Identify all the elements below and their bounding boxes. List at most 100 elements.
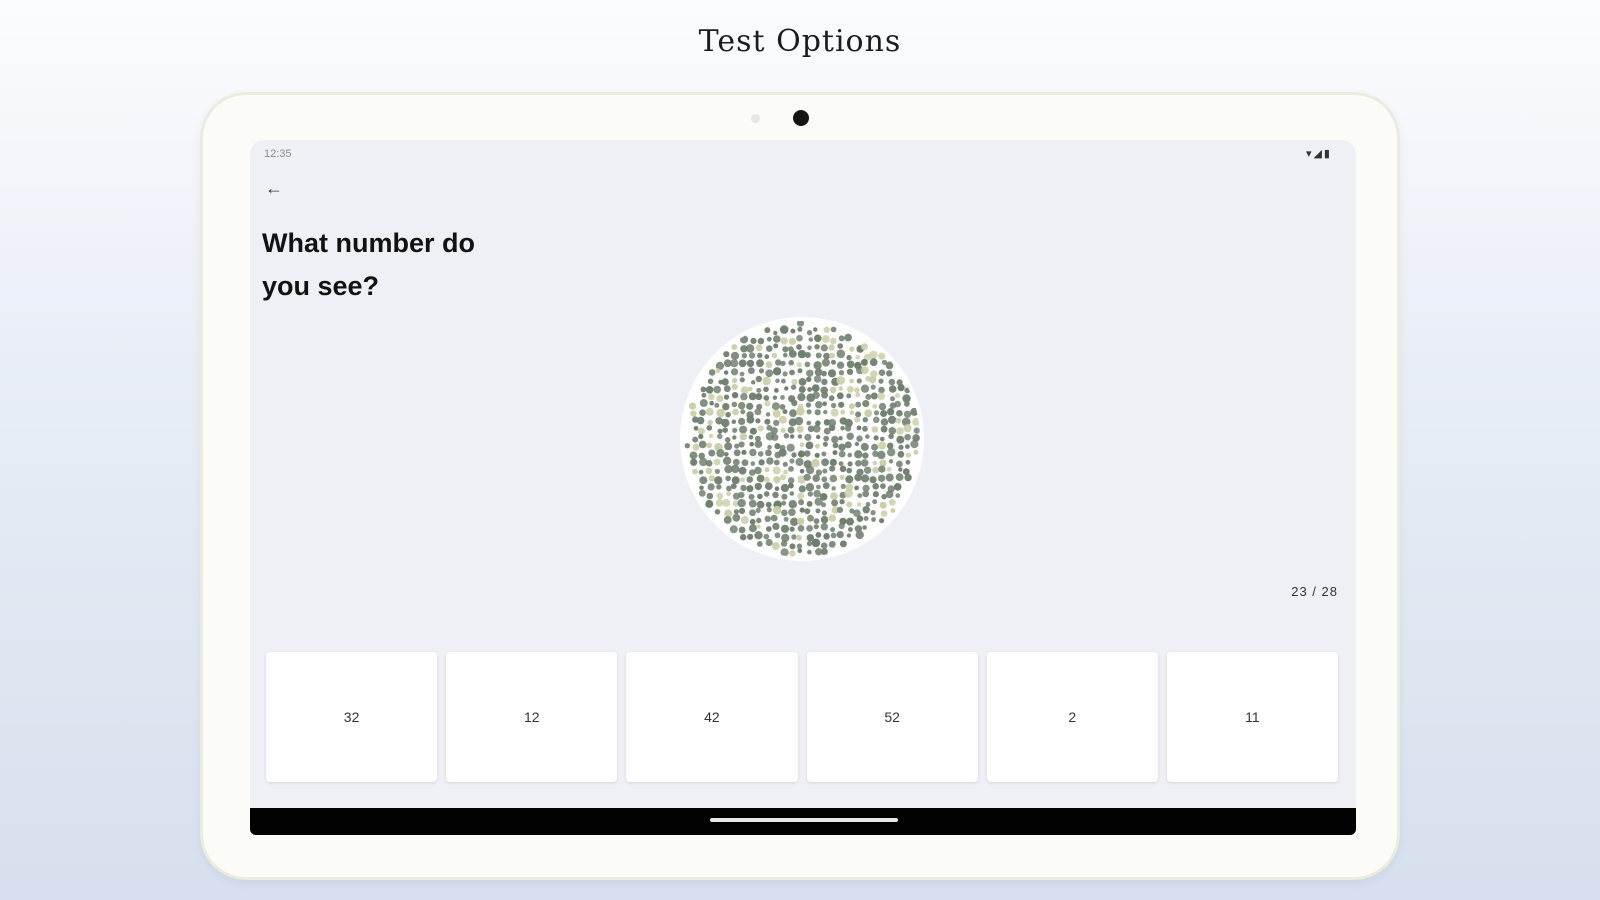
plate-background-dot [738, 526, 746, 534]
plate-background-dot [821, 335, 830, 343]
plate-background-dot [796, 321, 805, 327]
plate-background-dot [807, 549, 812, 555]
plate-background-dot [780, 337, 788, 345]
plate-background-dot [754, 531, 763, 540]
plate-background-dot [848, 527, 853, 532]
plate-background-dot [690, 410, 697, 417]
option-button-1[interactable]: 32 [266, 652, 438, 782]
plate-background-dot [806, 330, 813, 336]
plate-background-dot [763, 533, 770, 540]
plate-background-dot [773, 343, 779, 349]
plate-background-dot [779, 325, 789, 334]
plate-background-dot [844, 333, 852, 342]
plate-background-dot [815, 532, 822, 538]
app-screen: 12:35 ▾◢▮ ← What number do you see? 12 2… [250, 140, 1356, 835]
plate-background-dot [912, 417, 920, 426]
plate-background-dot [789, 526, 795, 532]
plate-background-dot [748, 524, 757, 533]
status-time: 12:35 [264, 148, 292, 160]
plate-background-dot [789, 543, 796, 550]
plate-background-dot [838, 335, 845, 342]
plate-background-dot [836, 531, 844, 539]
plate-background-dot [788, 337, 797, 345]
plate-background-dot [830, 326, 837, 333]
plate-background-dot [820, 542, 828, 549]
sensor-dot [751, 114, 760, 123]
plate-background-dot [905, 452, 911, 458]
plate-background-dot [791, 534, 797, 540]
plate-number-mask: 12 [698, 349, 907, 525]
plate-background-dot [747, 533, 754, 540]
camera-icon [793, 110, 809, 126]
promo-title: Test Options [698, 24, 902, 59]
plate-background-dot [808, 337, 814, 342]
plate-background-dot [837, 343, 843, 349]
plate-background-dot [806, 541, 813, 547]
tablet-frame: 12:35 ▾◢▮ ← What number do you see? 12 2… [200, 92, 1400, 880]
option-button-4[interactable]: 52 [806, 652, 978, 782]
home-handle[interactable] [710, 818, 898, 822]
plate-background-dot [797, 548, 803, 554]
plate-background-dot [690, 458, 698, 466]
plate-background-dot [839, 540, 847, 548]
plate-background-dot [750, 337, 757, 344]
progress-counter: 23 / 28 [1291, 584, 1338, 599]
plate-background-dot [913, 427, 920, 434]
plate-background-dot [814, 334, 822, 343]
plate-background-dot [765, 538, 773, 547]
plate-background-dot [796, 534, 802, 541]
status-icons: ▾◢▮ [1305, 148, 1332, 160]
plate-background-dot [756, 541, 763, 547]
plate-background-dot [796, 334, 803, 342]
plate-background-dot [773, 330, 778, 336]
plate-background-dot [789, 550, 796, 557]
option-button-5[interactable]: 2 [986, 652, 1158, 782]
ishihara-plate-image: 12 [684, 321, 920, 557]
plate-background-dot [797, 326, 803, 332]
plate-background-dot [821, 548, 828, 556]
plate-background-dot [828, 540, 836, 548]
plate-background-dot [910, 440, 919, 449]
option-button-2[interactable]: 12 [446, 652, 618, 782]
plate-background-dot [913, 449, 919, 455]
plate-background-dot [813, 327, 818, 332]
plate-background-dot [790, 328, 796, 334]
plate-background-dot [764, 327, 771, 334]
plate-background-dot [771, 542, 780, 551]
plate-background-dot [855, 530, 864, 540]
plate-background-dot [729, 525, 738, 534]
arrow-left-icon: ← [265, 178, 283, 198]
plate-background-dot [773, 335, 781, 343]
plate-background-dot [830, 532, 837, 539]
plate-background-dot [688, 402, 697, 410]
plate-background-dot [756, 524, 761, 529]
plate-background-dot [830, 527, 836, 533]
plate-background-dot [797, 525, 805, 532]
plate-background-dot [740, 534, 747, 541]
plate-background-dot [739, 335, 749, 344]
plate-background-dot [910, 407, 919, 416]
plate-background-dot [823, 533, 830, 540]
plate-background-dot [862, 525, 867, 530]
plate-background-dot [846, 533, 852, 538]
plate-background-dot [689, 451, 698, 460]
plate-background-dot [765, 526, 772, 532]
ishihara-plate: 12 [680, 317, 924, 561]
option-button-3[interactable]: 42 [626, 652, 798, 782]
plate-background-dot [811, 538, 821, 548]
plate-background-dot [757, 337, 765, 345]
plate-background-dot [823, 326, 830, 333]
plate-background-dot [780, 548, 789, 557]
plate-background-dot [780, 540, 788, 547]
plate-background-dot [684, 443, 690, 449]
option-button-6[interactable]: 11 [1166, 652, 1339, 782]
plate-background-dot [774, 532, 781, 539]
plate-background-dot [806, 525, 813, 532]
plate-background-dot [796, 543, 803, 549]
plate-background-dot [780, 524, 790, 533]
navigation-bar [250, 808, 1356, 835]
plate-background-dot [766, 336, 772, 342]
back-button[interactable]: ← [260, 176, 288, 200]
plate-background-dot [829, 337, 837, 345]
answer-options: 32 12 42 52 2 11 [266, 652, 1339, 782]
